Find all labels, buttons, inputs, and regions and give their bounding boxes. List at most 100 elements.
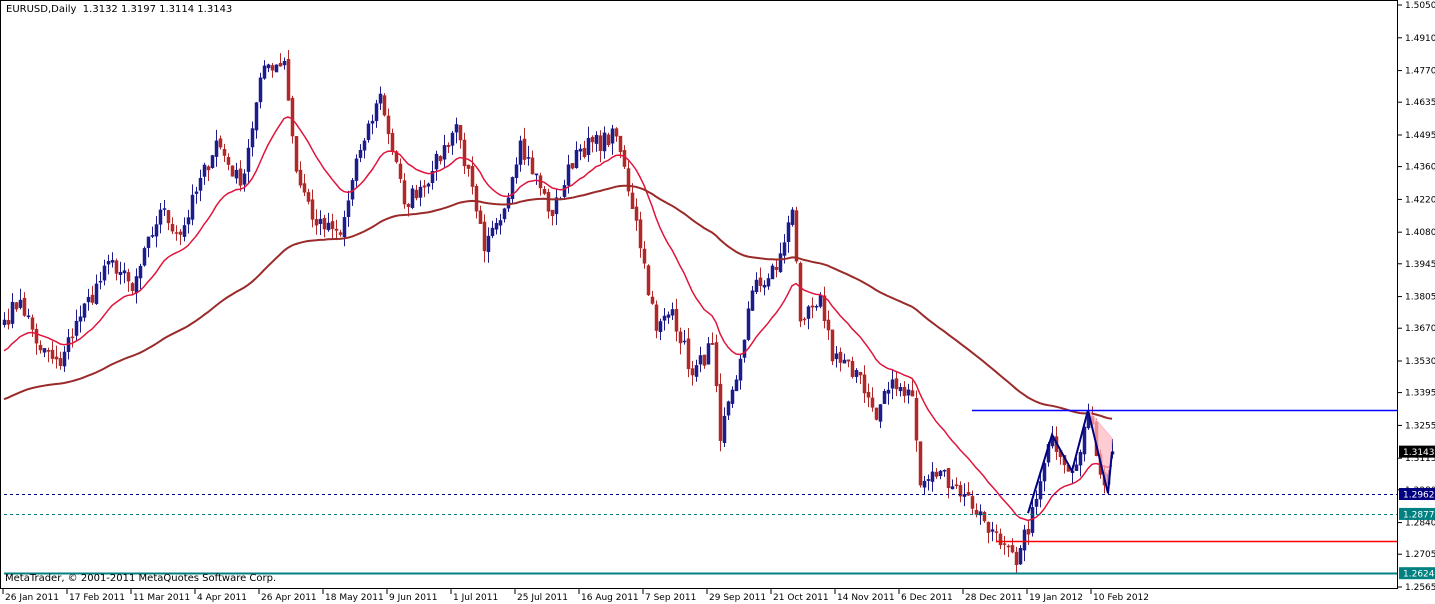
bull-candle	[770, 265, 775, 280]
price-tick-label: 1.4770	[1405, 67, 1435, 77]
bear-candle	[702, 354, 707, 366]
bull-candle	[898, 387, 903, 392]
bear-candle	[994, 531, 999, 533]
bear-candle	[646, 265, 651, 296]
bear-candle	[674, 308, 679, 332]
time-tick-label: 26 Apr 2011	[261, 593, 317, 603]
bear-candle	[270, 65, 275, 71]
bear-candle	[714, 342, 719, 387]
bull-candle	[210, 155, 215, 169]
bull-candle	[202, 164, 207, 177]
price-tick-label: 1.2705	[1405, 550, 1435, 560]
bear-candle	[686, 338, 691, 370]
bull-candle	[98, 280, 103, 283]
bear-candle	[634, 206, 639, 221]
bull-candle	[886, 389, 891, 394]
bull-candle	[450, 132, 455, 146]
time-tick-label: 4 Apr 2011	[197, 593, 247, 603]
bull-candle	[790, 209, 795, 225]
time-tick-label: 6 Dec 2011	[901, 593, 953, 603]
bear-candle	[894, 378, 899, 390]
copyright: MetaTrader, © 2001-2011 MetaQuotes Softw…	[5, 573, 277, 584]
bull-candle	[434, 153, 439, 170]
bull-candle	[722, 415, 727, 443]
bear-candle	[902, 386, 907, 397]
bull-candle	[762, 284, 767, 288]
bull-candle	[526, 157, 531, 159]
bear-candle	[970, 496, 975, 509]
bear-candle	[174, 232, 179, 234]
bull-candle	[726, 401, 731, 416]
bull-candle	[490, 227, 495, 237]
price-tick-label: 1.3805	[1405, 293, 1435, 303]
bear-candle	[406, 204, 411, 207]
bear-candle	[6, 319, 11, 325]
bull-candle	[698, 355, 703, 365]
bull-candle	[242, 173, 247, 185]
bull-candle	[82, 303, 87, 318]
bear-candle	[462, 139, 467, 167]
bear-candle	[1002, 543, 1007, 545]
price-tick-label: 1.5050	[1405, 1, 1435, 11]
bull-candle	[258, 77, 263, 103]
bull-candle	[274, 64, 279, 73]
bear-candle	[398, 163, 403, 179]
bear-candle	[314, 219, 319, 226]
bull-candle	[418, 186, 423, 198]
bull-candle	[146, 236, 151, 249]
bear-candle	[858, 371, 863, 376]
bear-candle	[338, 232, 343, 235]
moving-averages	[3, 116, 1113, 522]
bull-candle	[194, 191, 199, 194]
bear-candle	[678, 331, 683, 344]
bull-candle	[662, 315, 667, 321]
bear-candle	[50, 349, 55, 359]
bull-candle	[566, 164, 571, 186]
bear-candle	[718, 383, 723, 441]
bear-candle	[1026, 528, 1031, 535]
bear-candle	[822, 295, 827, 322]
bull-candle	[1034, 498, 1039, 507]
bull-candle	[670, 309, 675, 316]
chart-title: EURUSD,Daily 1.3132 1.3197 1.3114 1.3143	[6, 4, 232, 15]
bear-candle	[390, 132, 395, 152]
bear-candle	[850, 360, 855, 377]
time-tick-label: 11 Mar 2011	[133, 593, 190, 603]
bull-candle	[694, 365, 699, 377]
bear-candle	[582, 147, 587, 157]
bull-candle	[730, 389, 735, 404]
price-tick-label: 1.4360	[1405, 163, 1435, 173]
bull-candle	[1018, 547, 1023, 565]
bear-candle	[798, 263, 803, 322]
bull-candle	[766, 278, 771, 287]
bull-candle	[506, 197, 511, 209]
bull-candle	[922, 480, 927, 488]
bear-candle	[966, 492, 971, 496]
price-tick-label: 1.4220	[1405, 195, 1435, 205]
price-tick-label: 1.4910	[1405, 34, 1435, 44]
bull-candle	[250, 128, 255, 148]
time-tick-label: 21 Oct 2011	[773, 593, 829, 603]
bear-candle	[826, 319, 831, 331]
bull-candle	[26, 315, 31, 318]
bull-candle	[318, 218, 323, 224]
bull-candle	[74, 320, 79, 336]
bull-candle	[410, 188, 415, 208]
bull-candle	[778, 253, 783, 273]
time-tick-label: 25 Jul 2011	[517, 593, 568, 603]
bull-candle	[990, 529, 995, 532]
bear-candle	[614, 128, 619, 137]
time-tick-label: 29 Sep 2011	[709, 593, 766, 603]
bear-candle	[294, 136, 299, 172]
time-tick-label: 18 May 2011	[325, 593, 384, 603]
bull-candle	[734, 379, 739, 392]
bear-candle	[298, 169, 303, 186]
bull-candle	[494, 222, 499, 230]
bull-candle	[442, 145, 447, 160]
bull-candle	[134, 276, 139, 294]
bull-candle	[266, 64, 271, 69]
price-chart[interactable]: 1.5050 1.4910 1.4770 1.4635 1.4495 1.4360 1.42…	[0, 0, 1435, 604]
bull-candle	[138, 265, 143, 279]
bull-candle	[938, 470, 943, 477]
bull-candle	[246, 147, 251, 172]
